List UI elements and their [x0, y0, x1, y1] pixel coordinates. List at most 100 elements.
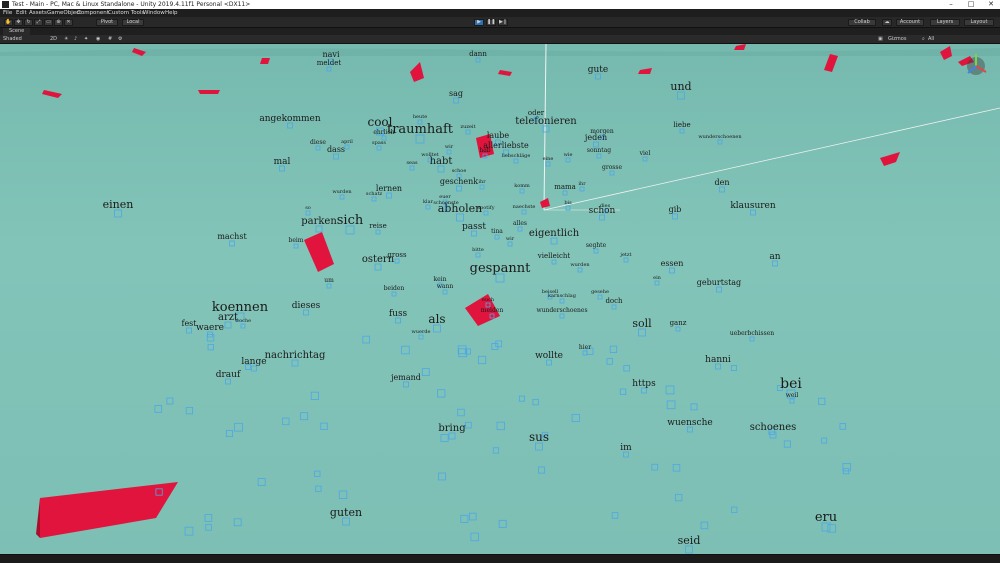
scene-canvas[interactable]: navimeldetdannguteundsagangekommen heutec…: [0, 44, 1000, 554]
step-button[interactable]: ▶❙: [498, 19, 508, 26]
hidden-objects-icon[interactable]: ◉: [96, 35, 100, 44]
scene-word[interactable]: so: [305, 205, 311, 211]
scene-word[interactable]: sag: [449, 89, 463, 98]
scene-word[interactable]: bring: [438, 423, 466, 434]
camera-icon[interactable]: ▣: [878, 35, 883, 44]
lighting-icon[interactable]: ☀: [64, 35, 68, 44]
scene-word[interactable]: im: [620, 443, 632, 453]
scene-word[interactable]: fest: [181, 319, 197, 328]
scene-word[interactable]: waere: [196, 323, 224, 333]
menu-component[interactable]: Component: [77, 9, 109, 17]
scene-word[interactable]: seas: [406, 160, 418, 166]
scene-word[interactable]: geschenk: [440, 177, 478, 186]
scene-word[interactable]: klar: [423, 199, 434, 205]
scene-word[interactable]: komm: [514, 183, 530, 189]
scene-word[interactable]: gib: [669, 205, 682, 214]
scene-word[interactable]: telefonieren: [515, 116, 577, 127]
scene-word[interactable]: melden: [481, 307, 504, 314]
scene-word[interactable]: eigentlich: [529, 228, 580, 239]
scene-word[interactable]: geburtstag: [697, 278, 741, 287]
scene-word[interactable]: bei: [780, 376, 802, 392]
scene-word[interactable]: wollte: [535, 351, 563, 361]
scene-word[interactable]: schon: [589, 206, 616, 216]
menu-edit[interactable]: Edit: [16, 9, 27, 17]
layers-dropdown[interactable]: Layers: [930, 19, 960, 26]
layout-dropdown[interactable]: Layout: [964, 19, 994, 26]
scene-word[interactable]: klausuren: [730, 201, 776, 211]
scene-word[interactable]: ganz: [670, 319, 687, 327]
scene-word[interactable]: tina: [491, 228, 503, 235]
scene-word[interactable]: angekommen: [259, 114, 321, 124]
scene-word[interactable]: lernen: [376, 184, 402, 193]
audio-icon[interactable]: ♪: [74, 35, 77, 44]
move-tool-icon[interactable]: ✥: [14, 19, 23, 26]
menu-window[interactable]: Window: [143, 9, 165, 17]
minimize-icon[interactable]: –: [944, 0, 958, 9]
scene-word[interactable]: jemand: [390, 373, 421, 382]
menu-help[interactable]: Help: [165, 9, 178, 17]
scene-word[interactable]: viel: [639, 150, 651, 157]
scene-word[interactable]: traumhaft: [387, 122, 454, 137]
menu-custom-tools[interactable]: Custom Tools: [108, 9, 144, 17]
scene-word[interactable]: lange: [241, 357, 266, 367]
scene-word[interactable]: eine: [543, 156, 554, 162]
scene-word[interactable]: euch: [482, 297, 495, 303]
2d-toggle[interactable]: 2D: [50, 35, 57, 44]
scene-word[interactable]: karnschlag: [548, 293, 577, 299]
scene-word[interactable]: navi: [323, 50, 340, 59]
scene-word[interactable]: mama: [554, 183, 576, 191]
scene-word[interactable]: bis: [564, 200, 572, 206]
scene-word[interactable]: dieses: [292, 301, 321, 311]
scene-word[interactable]: sich: [337, 213, 364, 228]
pause-button[interactable]: ❚❚: [486, 19, 496, 26]
scene-word[interactable]: weil: [786, 392, 799, 399]
scene-word[interactable]: gross: [387, 251, 407, 259]
menu-assets[interactable]: Assets: [29, 9, 47, 17]
scene-word[interactable]: liebschläge: [502, 153, 531, 159]
pivot-toggle[interactable]: Pivot: [96, 19, 118, 26]
scene-word[interactable]: habt: [430, 156, 453, 167]
scene-word[interactable]: wurden: [570, 262, 590, 268]
scene-word[interactable]: dass: [327, 145, 345, 154]
scene-word[interactable]: gespannt: [470, 261, 532, 276]
scene-word[interactable]: passt: [462, 222, 486, 232]
scene-word[interactable]: spass: [372, 140, 386, 146]
scene-word[interactable]: https: [632, 379, 656, 389]
scene-word[interactable]: drauf: [216, 370, 241, 380]
effects-icon[interactable]: ✦: [84, 35, 88, 44]
custom-tool-icon[interactable]: ✕: [64, 19, 73, 26]
grid-icon[interactable]: #: [108, 35, 112, 44]
scene-word[interactable]: ueberbchissen: [730, 330, 774, 337]
scene-word[interactable]: ehrlich: [373, 129, 394, 136]
scene-word[interactable]: wir: [445, 144, 454, 150]
scene-word[interactable]: naechste: [513, 204, 536, 210]
rotate-tool-icon[interactable]: ↻: [24, 19, 33, 26]
scene-word[interactable]: sus: [529, 430, 549, 444]
scene-word[interactable]: ihr: [478, 179, 486, 185]
close-icon[interactable]: ✕: [984, 0, 998, 9]
scene-word[interactable]: grosse: [602, 164, 622, 171]
scene-word[interactable]: ein: [653, 275, 662, 281]
local-toggle[interactable]: Local: [122, 19, 144, 26]
scene-word[interactable]: hier: [579, 344, 591, 351]
scene-word[interactable]: diese: [310, 139, 326, 146]
scene-word[interactable]: mal: [274, 157, 291, 167]
scene-word[interactable]: wuensche: [667, 418, 712, 428]
rect-tool-icon[interactable]: ▭: [44, 19, 53, 26]
scene-word[interactable]: jeden: [584, 133, 607, 142]
maximize-icon[interactable]: □: [964, 0, 978, 9]
scene-word[interactable]: wuerde: [411, 329, 430, 335]
scene-word[interactable]: guten: [330, 506, 362, 519]
scale-tool-icon[interactable]: ⤢: [34, 19, 43, 26]
scene-word[interactable]: schoe: [452, 168, 467, 174]
scene-word[interactable]: hab: [479, 147, 490, 154]
menu-file[interactable]: File: [3, 9, 12, 17]
scene-word[interactable]: als: [428, 312, 445, 326]
scene-word[interactable]: doch: [605, 297, 623, 305]
scene-word[interactable]: schoenes: [750, 422, 797, 433]
scene-word[interactable]: seid: [678, 534, 701, 547]
scene-word[interactable]: fuss: [389, 309, 408, 319]
collab-dropdown[interactable]: Collab: [848, 19, 876, 26]
scene-word[interactable]: bitte: [472, 247, 484, 253]
tab-scene[interactable]: Scene: [3, 28, 31, 35]
